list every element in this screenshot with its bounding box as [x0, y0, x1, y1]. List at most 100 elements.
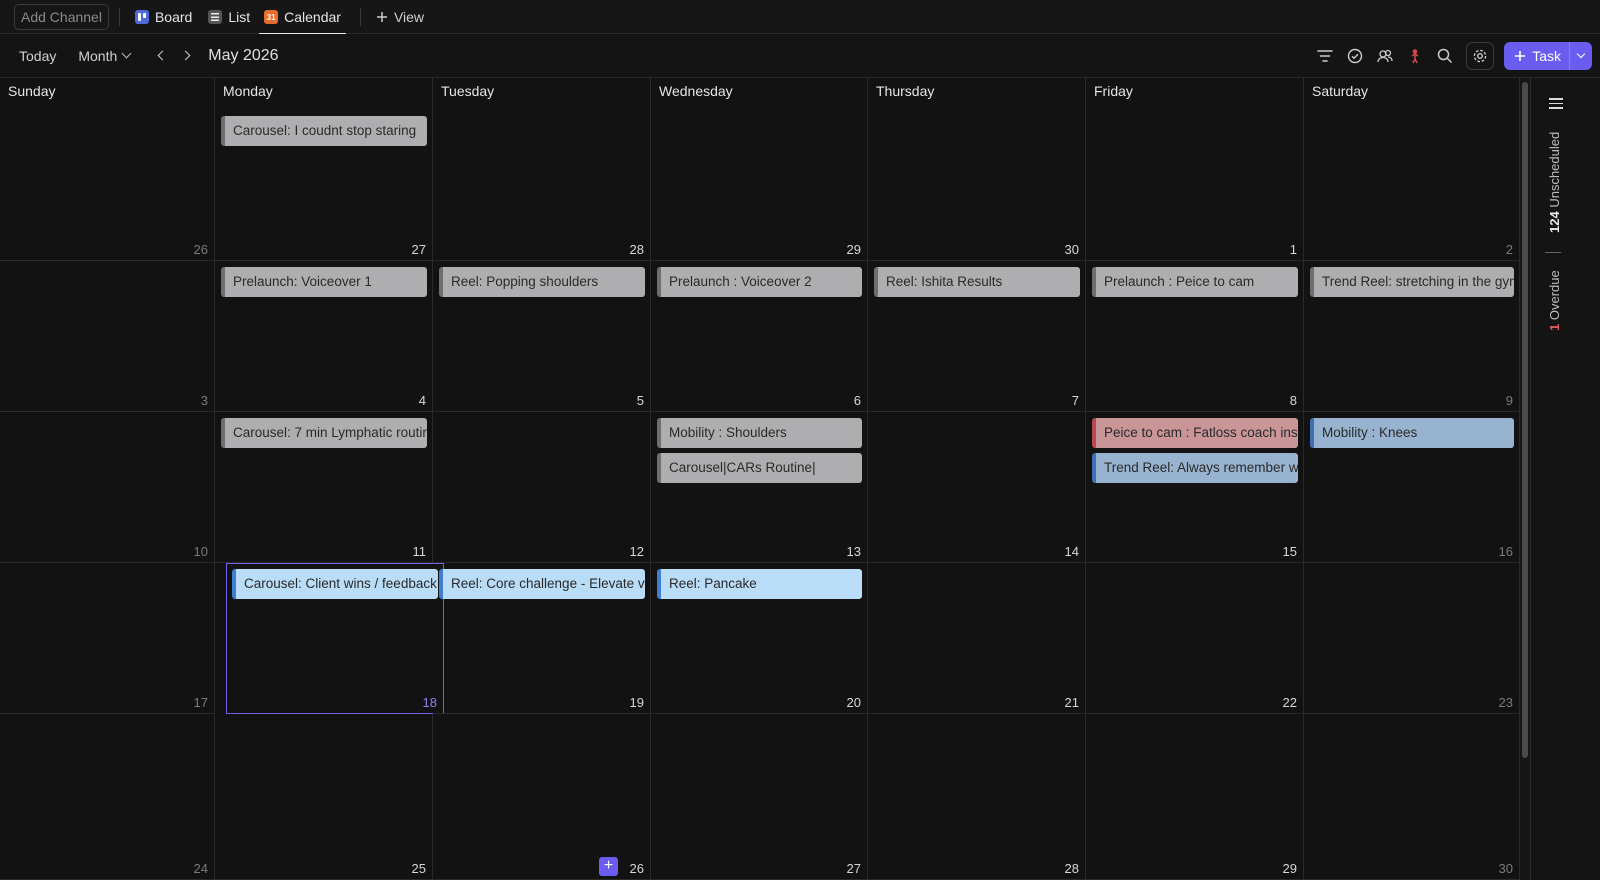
- divider: [1545, 252, 1561, 253]
- day-number: 9: [1505, 393, 1513, 408]
- day-cell[interactable]: Peice to cam : Fatloss coach insights Tre…: [1086, 412, 1304, 563]
- day-cell[interactable]: Carousel: 7 min Lymphatic routine 11: [215, 412, 433, 563]
- calendar-task[interactable]: Peice to cam : Fatloss coach insights: [1092, 418, 1298, 448]
- show-closed-button[interactable]: [1340, 41, 1370, 71]
- day-cell[interactable]: Mobility : Knees 16: [1304, 412, 1520, 563]
- tab-board[interactable]: Board: [130, 0, 197, 34]
- overdue-count: 1: [1547, 323, 1562, 331]
- me-mode-icon: [1411, 49, 1419, 64]
- calendar-task[interactable]: Reel: Pancake: [657, 569, 862, 599]
- add-channel-button[interactable]: Add Channel: [14, 3, 109, 30]
- day-cell[interactable]: Prelaunch : Peice to cam 8: [1086, 261, 1304, 412]
- day-cell[interactable]: Reel: Pancake 20: [651, 563, 868, 714]
- day-number: 22: [1282, 695, 1297, 710]
- board-icon: [134, 9, 149, 24]
- chevron-down-icon: [1576, 49, 1586, 59]
- divider: [359, 7, 361, 26]
- day-cell[interactable]: 28: [433, 78, 651, 261]
- calendar-task[interactable]: Prelaunch : Voiceover 2: [657, 267, 862, 297]
- day-cell[interactable]: Reel: Ishita Results 7: [868, 261, 1086, 412]
- settings-icon: [1473, 49, 1487, 63]
- list-icon: [208, 9, 223, 24]
- day-number: 1: [1289, 242, 1297, 257]
- add-task-main[interactable]: Task: [1504, 42, 1570, 70]
- day-cell[interactable]: Prelaunch : Voiceover 2 6: [651, 261, 868, 412]
- day-number: 25: [411, 861, 426, 876]
- day-cell[interactable]: 21: [868, 563, 1086, 714]
- day-cell[interactable]: 30: [1304, 714, 1520, 880]
- task-options-dropdown[interactable]: [1570, 49, 1592, 59]
- add-view-button[interactable]: View: [371, 0, 429, 34]
- day-number: 30: [1064, 242, 1079, 257]
- day-cell[interactable]: Mobility : Shoulders Carousel|CARs Routin…: [651, 412, 868, 563]
- search-button[interactable]: [1430, 41, 1460, 71]
- tab-list[interactable]: List: [203, 0, 255, 34]
- unscheduled-toggle[interactable]: 124 Unscheduled: [1547, 132, 1562, 233]
- calendar-task[interactable]: Mobility : Knees: [1310, 418, 1514, 448]
- day-cell[interactable]: 10: [0, 412, 215, 563]
- day-number: 20: [846, 695, 861, 710]
- calendar-task[interactable]: Reel: Ishita Results: [874, 267, 1080, 297]
- day-number: 28: [629, 242, 644, 257]
- add-task-to-day-button[interactable]: +: [599, 857, 618, 876]
- day-number: 11: [412, 544, 427, 559]
- settings-button[interactable]: [1466, 42, 1495, 70]
- today-button[interactable]: Today: [11, 48, 64, 64]
- calendar-task[interactable]: Carousel: 7 min Lymphatic routine: [221, 418, 427, 448]
- day-cell[interactable]: 30: [868, 78, 1086, 261]
- calendar-task[interactable]: Reel: Core challenge - Elevate version: [439, 569, 645, 599]
- day-cell[interactable]: Reel: Popping shoulders 5: [433, 261, 651, 412]
- day-cell[interactable]: 26 +: [433, 714, 651, 880]
- day-cell[interactable]: 24: [0, 714, 215, 880]
- day-cell[interactable]: 29: [1086, 714, 1304, 880]
- day-cell[interactable]: 27: [651, 714, 868, 880]
- month-calendar: Sunday Monday Tuesday Wednesday Thursday Frid…: [0, 78, 1520, 880]
- day-cell[interactable]: 23: [1304, 563, 1520, 714]
- add-task-label: Task: [1532, 48, 1561, 64]
- assignees-button[interactable]: [1370, 41, 1400, 71]
- next-month-button[interactable]: [174, 43, 200, 69]
- day-cell[interactable]: Carousel: I coudnt stop staring 27: [215, 78, 433, 261]
- calendar-task[interactable]: Reel: Popping shoulders: [439, 267, 645, 297]
- menu-icon[interactable]: [1549, 98, 1563, 112]
- calendar-task[interactable]: Carousel|CARs Routine|: [657, 452, 862, 483]
- previous-month-button[interactable]: [148, 43, 174, 69]
- calendar-scrollbar[interactable]: [1520, 78, 1530, 880]
- tab-calendar[interactable]: 31 Calendar: [259, 0, 346, 35]
- calendar-task[interactable]: Mobility : Shoulders: [657, 418, 862, 448]
- filter-icon: [1317, 50, 1333, 62]
- calendar-task[interactable]: Carousel: Client wins / feedback: [232, 569, 438, 599]
- day-cell[interactable]: 26: [0, 78, 215, 261]
- month-selector[interactable]: Month: [70, 48, 138, 64]
- filter-button[interactable]: [1310, 41, 1340, 71]
- calendar-task[interactable]: Prelaunch: Voiceover 1: [221, 267, 427, 297]
- day-cell[interactable]: Reel: Core challenge - Elevate version 19: [433, 563, 651, 714]
- calendar-task[interactable]: Carousel: I coudnt stop staring: [221, 116, 427, 146]
- overdue-toggle[interactable]: 1 Overdue: [1547, 270, 1562, 331]
- day-cell[interactable]: Prelaunch: Voiceover 1 4: [215, 261, 433, 412]
- day-cell[interactable]: Carousel: Client wins / feedback 18: [226, 563, 444, 714]
- calendar-task[interactable]: Trend Reel: Always remember why: [1092, 452, 1298, 483]
- day-cell[interactable]: Trend Reel: stretching in the gym 9: [1304, 261, 1520, 412]
- add-view-label: View: [393, 8, 425, 25]
- day-number: 19: [629, 695, 644, 710]
- calendar-task[interactable]: Prelaunch : Peice to cam: [1092, 267, 1298, 297]
- me-mode-button[interactable]: [1400, 41, 1430, 71]
- view-bar: Add Channel Board List 31 Calendar View: [0, 0, 1600, 35]
- calendar-task[interactable]: Trend Reel: stretching in the gym: [1310, 267, 1514, 297]
- day-cell[interactable]: 14: [868, 412, 1086, 563]
- day-cell[interactable]: 22: [1086, 563, 1304, 714]
- day-cell[interactable]: 29: [651, 78, 868, 261]
- day-cell[interactable]: 1: [1086, 78, 1304, 261]
- day-cell[interactable]: 2: [1304, 78, 1520, 261]
- day-number: 2: [1505, 242, 1513, 257]
- day-cell[interactable]: 17: [0, 563, 215, 714]
- add-task-button[interactable]: Task: [1504, 42, 1592, 70]
- toolbar-actions: Task: [1310, 34, 1600, 78]
- tab-calendar-label: Calendar: [284, 8, 341, 25]
- day-cell[interactable]: 25: [215, 714, 433, 880]
- scrollbar-thumb[interactable]: [1522, 82, 1528, 758]
- day-cell[interactable]: 28: [868, 714, 1086, 880]
- day-cell[interactable]: 3: [0, 261, 215, 412]
- day-cell[interactable]: 12: [433, 412, 651, 563]
